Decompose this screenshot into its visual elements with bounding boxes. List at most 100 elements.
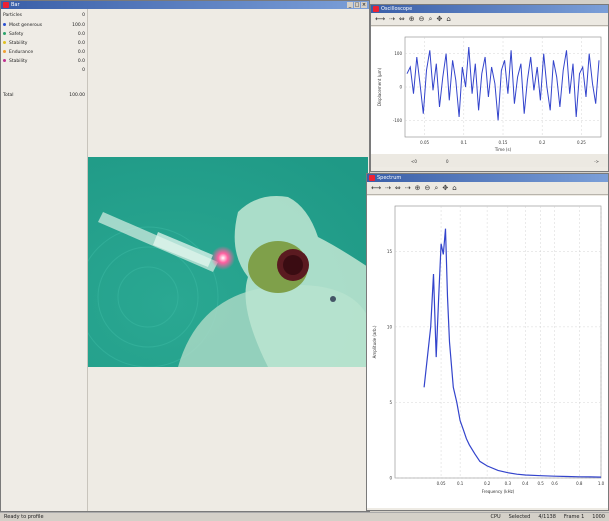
- zoom-box-icon[interactable]: ⌕: [434, 183, 438, 193]
- legend-row-value: 0.0: [77, 32, 85, 37]
- legend-row[interactable]: 0: [3, 68, 87, 74]
- legend-row-value: 0.0: [77, 59, 85, 64]
- legend-header-label: Particles: [3, 13, 22, 18]
- x-axis-label: Time (s): [494, 147, 512, 152]
- zoom-in-icon[interactable]: ⊕: [415, 183, 421, 193]
- zoom-out-icon[interactable]: ⊖: [425, 183, 431, 193]
- status-item: Selected: [508, 514, 531, 520]
- y-tick-label: 100: [394, 51, 402, 56]
- x-tick-label: 0.05: [437, 481, 446, 486]
- legend-total-label: Total: [3, 93, 14, 98]
- x-tick-label: 0.2: [484, 481, 491, 486]
- spectrum-title: Spectrum: [377, 175, 402, 181]
- x-tick-label: 0.1: [461, 140, 468, 145]
- legend-total: Total 100.00: [3, 93, 87, 99]
- oscilloscope-window: Oscilloscope ⟷ ⇢ ⇔ ⊕ ⊖ ⌕ ✥ ⌂ Display 100…: [370, 4, 609, 172]
- x-tick-label: 0.2: [539, 140, 546, 145]
- legend-color-dot: [3, 59, 6, 62]
- legend-row-label: Safety: [9, 32, 24, 37]
- legend-list: Particles 0 Most generous 100.0 Safety 0.0 S…: [1, 9, 88, 511]
- spectrum-toolbar: ⟷ ⇢ ⇔ ⇢ ⊕ ⊖ ⌕ ✥ ⌂: [367, 182, 608, 195]
- move-icon[interactable]: ✥: [436, 14, 442, 24]
- x-tick-label: 0.4: [522, 481, 529, 486]
- legend-header-value: 0: [82, 13, 85, 18]
- zoom-in-icon[interactable]: ⊕: [409, 14, 415, 24]
- x-tick-label: 0.3: [505, 481, 512, 486]
- y-axis-label: Amplitude (arb.): [372, 325, 377, 358]
- reset-icon[interactable]: ⌂: [452, 183, 456, 193]
- legend-row-value: 0.0: [77, 50, 85, 55]
- arrow-tool-icon[interactable]: ⟷: [371, 183, 381, 193]
- legend-row[interactable]: Stability 0.0: [3, 59, 87, 65]
- oscilloscope-title: Oscilloscope: [381, 6, 413, 12]
- plot-footer: [371, 154, 608, 167]
- video-image: [88, 157, 368, 367]
- x-tick-label: 0.1: [457, 481, 464, 486]
- spectrum-window: Spectrum ⟷ ⇢ ⇔ ⇢ ⊕ ⊖ ⌕ ✥ ⌂ 15 10 5 0 0.05 0.1…: [366, 173, 609, 511]
- footer-right-label: ->: [594, 159, 599, 164]
- status-bar: Ready to profile CPU Selected 4/1138 Frame …: [0, 512, 609, 521]
- legend-row-label: Most generous: [9, 23, 43, 28]
- cursor-tool-icon[interactable]: ⇢: [385, 183, 391, 193]
- x-tick-label: 0.8: [576, 481, 583, 486]
- spectrum-titlebar[interactable]: Spectrum: [367, 174, 608, 182]
- maximize-icon[interactable]: □: [354, 2, 360, 8]
- legend-row-value: 0: [82, 68, 85, 73]
- x-tick-label: 0.6: [551, 481, 558, 486]
- x-tick-label: 1.0: [598, 481, 605, 486]
- legend-color-dot: [3, 32, 6, 35]
- legend-row-label: Endurance: [9, 50, 34, 55]
- oscilloscope-titlebar[interactable]: Oscilloscope: [371, 5, 608, 13]
- x-tick-label: 0.5: [537, 481, 544, 486]
- legend-panel-titlebar[interactable]: Bar _ □ ×: [1, 1, 369, 9]
- reset-icon[interactable]: ⌂: [446, 14, 450, 24]
- status-item: 4/1138: [538, 514, 556, 520]
- status-item: Frame 1: [563, 514, 585, 520]
- legend-row[interactable]: Safety 0.0: [3, 32, 87, 38]
- plot-frame: [394, 205, 602, 479]
- y-tick-label: -100: [393, 118, 403, 123]
- legend-color-dot: [3, 23, 6, 26]
- legend-panel-title: Bar: [11, 2, 20, 8]
- y-tick-label: 10: [387, 324, 393, 329]
- y-axis-label: Displacement (µm): [377, 67, 382, 106]
- legend-row-label: Stability: [9, 41, 28, 46]
- video-frame[interactable]: [88, 157, 368, 367]
- legend-color-dot: [3, 50, 6, 53]
- x-tick-label: 0.15: [499, 140, 508, 145]
- move-icon[interactable]: ✥: [442, 183, 448, 193]
- window-icon: [369, 175, 375, 181]
- legend-row-value: 100.0: [72, 23, 85, 28]
- legend-row-value: 0.0: [77, 41, 85, 46]
- zoom-out-icon[interactable]: ⊖: [419, 14, 425, 24]
- window-icon: [3, 2, 9, 8]
- y-tick-label: 15: [387, 249, 393, 254]
- close-icon[interactable]: ×: [361, 2, 367, 8]
- oscilloscope-toolbar: ⟷ ⇢ ⇔ ⊕ ⊖ ⌕ ✥ ⌂: [371, 13, 608, 26]
- oscilloscope-chart[interactable]: 1000-1000.05 0.1 0.15 0.2 0.25Time (s)Displa…: [371, 27, 608, 167]
- status-item: 1000: [592, 514, 605, 520]
- legend-color-dot: [3, 41, 6, 44]
- status-text: Ready to profile: [4, 514, 44, 520]
- status-item: CPU: [490, 514, 501, 520]
- x-axis-label: Frequency (kHz): [482, 489, 515, 494]
- x-tick-label: 0.25: [577, 140, 586, 145]
- footer-left-label: <0: [411, 159, 417, 164]
- zoom-box-icon[interactable]: ⌕: [429, 14, 433, 24]
- legend-total-value: 100.00: [69, 93, 85, 98]
- marker-tool-icon[interactable]: ⇢: [405, 183, 411, 193]
- legend-row-label: Stability: [9, 59, 28, 64]
- minimize-icon[interactable]: _: [347, 2, 353, 8]
- spectrum-chart[interactable]: 1510500.05 0.1 0.2 0.3 0.4 0.5 0.6 0.8 1.0Freque…: [367, 196, 608, 508]
- legend-header: Particles 0: [3, 13, 87, 19]
- window-icon: [373, 6, 379, 12]
- arrow-tool-icon[interactable]: ⟷: [375, 14, 385, 24]
- legend-row[interactable]: Most generous 100.0: [3, 23, 87, 29]
- cursor-tool-icon[interactable]: ⇢: [389, 14, 395, 24]
- status-items: CPU Selected 4/1138 Frame 1 1000: [490, 513, 605, 521]
- legend-row[interactable]: Stability 0.0: [3, 41, 87, 47]
- pan-tool-icon[interactable]: ⇔: [395, 183, 401, 193]
- x-tick-label: 0.05: [420, 140, 429, 145]
- pan-tool-icon[interactable]: ⇔: [399, 14, 405, 24]
- legend-row[interactable]: Endurance 0.0: [3, 50, 87, 56]
